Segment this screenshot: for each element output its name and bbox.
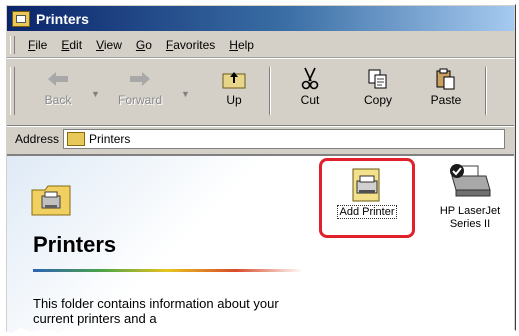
back-arrow-icon (46, 67, 70, 91)
menu-edit[interactable]: Edit (54, 36, 89, 54)
cut-label: Cut (300, 93, 320, 107)
title-divider (33, 269, 303, 272)
screenshot-frame: Printers File Edit View Go Favorites Hel… (0, 0, 519, 336)
address-field[interactable]: Printers (63, 129, 506, 149)
menu-favorites[interactable]: Favorites (159, 36, 222, 54)
menu-view[interactable]: View (89, 36, 129, 54)
paste-button[interactable]: Paste (417, 63, 475, 121)
title-bar: Printers (7, 6, 514, 31)
back-label: Back (44, 93, 72, 107)
hp-laserjet-label: HP LaserJet Series II (439, 205, 501, 230)
add-printer-icon (349, 167, 385, 203)
torn-paper-edge (0, 328, 519, 336)
copy-button[interactable]: Copy (349, 63, 407, 121)
toolbar-separator (269, 67, 271, 115)
window-title: Printers (36, 10, 89, 27)
up-button[interactable]: Up (205, 63, 263, 121)
copy-label: Copy (363, 93, 392, 107)
hp-laserjet-item[interactable]: HP LaserJet Series II (425, 162, 515, 231)
add-printer-label: Add Printer (337, 205, 397, 219)
scissors-icon (298, 67, 322, 91)
printer-icon (448, 162, 492, 202)
printer-folder-icon (31, 184, 71, 216)
forward-label: Forward (117, 93, 162, 107)
cut-button[interactable]: Cut (281, 63, 339, 121)
paste-label: Paste (430, 93, 462, 107)
toolbar-separator (485, 67, 487, 115)
standard-toolbar: Back ▼ Forward ▼ Up Cut Copy Paste (7, 58, 514, 126)
forward-dropdown-icon[interactable]: ▼ (181, 89, 190, 99)
menu-help[interactable]: Help (222, 36, 261, 54)
page-title: Printers (33, 232, 117, 257)
up-label: Up (226, 93, 242, 107)
menu-file[interactable]: File (21, 36, 54, 54)
address-value: Printers (89, 132, 131, 146)
explorer-window: Printers File Edit View Go Favorites Hel… (5, 4, 516, 335)
copy-icon (366, 67, 390, 91)
toolbar-grip[interactable] (10, 67, 15, 115)
paste-icon (434, 67, 458, 91)
back-button[interactable]: Back (29, 63, 87, 121)
add-printer-item[interactable]: Add Printer (319, 158, 415, 238)
menu-go[interactable]: Go (129, 36, 159, 54)
folder-content: Printers This folder contains informatio… (7, 154, 514, 335)
printers-folder-icon (12, 10, 30, 27)
forward-button[interactable]: Forward (111, 63, 169, 121)
address-label: Address (15, 132, 60, 146)
menu-grip[interactable] (10, 36, 15, 54)
printers-folder-icon (67, 132, 86, 146)
folder-description: This folder contains information about y… (33, 296, 279, 326)
up-folder-icon (222, 67, 246, 91)
back-dropdown-icon[interactable]: ▼ (91, 89, 100, 99)
address-bar: Address Printers (7, 126, 514, 151)
menu-bar: File Edit View Go Favorites Help (7, 33, 514, 58)
forward-arrow-icon (128, 67, 152, 91)
